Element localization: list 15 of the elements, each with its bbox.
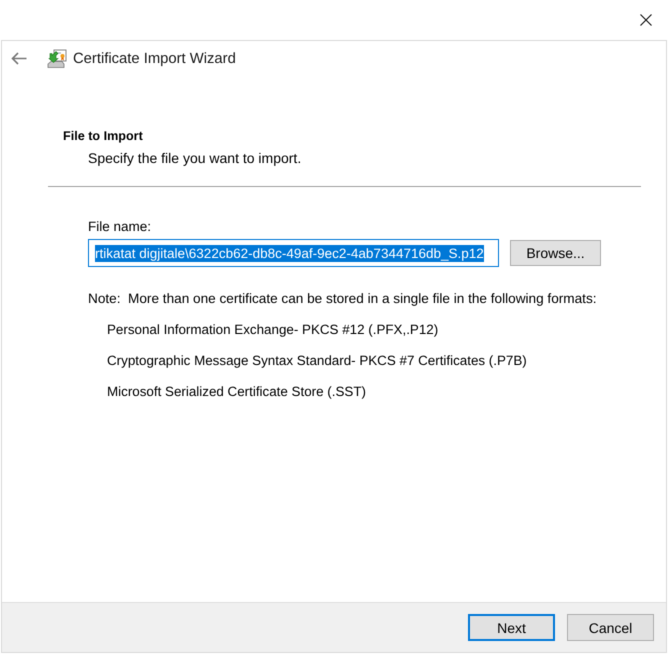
note-text: Note: More than one certificate can be stored in a single file in the following formats: <box>88 291 597 307</box>
format-item: Microsoft Serialized Certificate Store (.SST) <box>107 384 366 400</box>
page-description: Specify the file you want to import. <box>88 150 302 166</box>
file-name-field[interactable]: rtikatat digjitale\6322cb62-db8c-49af-9ec2-4ab7344716db_S.p12 <box>88 239 499 267</box>
format-item: Cryptographic Message Syntax Standard- PKCS #7 Certificates (.P7B) <box>107 353 527 369</box>
certificate-icon <box>47 48 67 68</box>
close-icon[interactable] <box>640 14 652 26</box>
file-name-label: File name: <box>88 219 152 235</box>
format-item: Personal Information Exchange- PKCS #12 (.PFX,.P12) <box>107 322 438 338</box>
back-arrow-icon[interactable] <box>11 52 27 65</box>
wizard-title: Certificate Import Wizard <box>73 50 236 66</box>
default-button[interactable]: Next <box>468 614 555 641</box>
page-heading: File to Import <box>63 128 143 144</box>
dialog-button[interactable]: Cancel <box>567 614 654 641</box>
browse-button[interactable]: Browse... <box>510 240 601 266</box>
